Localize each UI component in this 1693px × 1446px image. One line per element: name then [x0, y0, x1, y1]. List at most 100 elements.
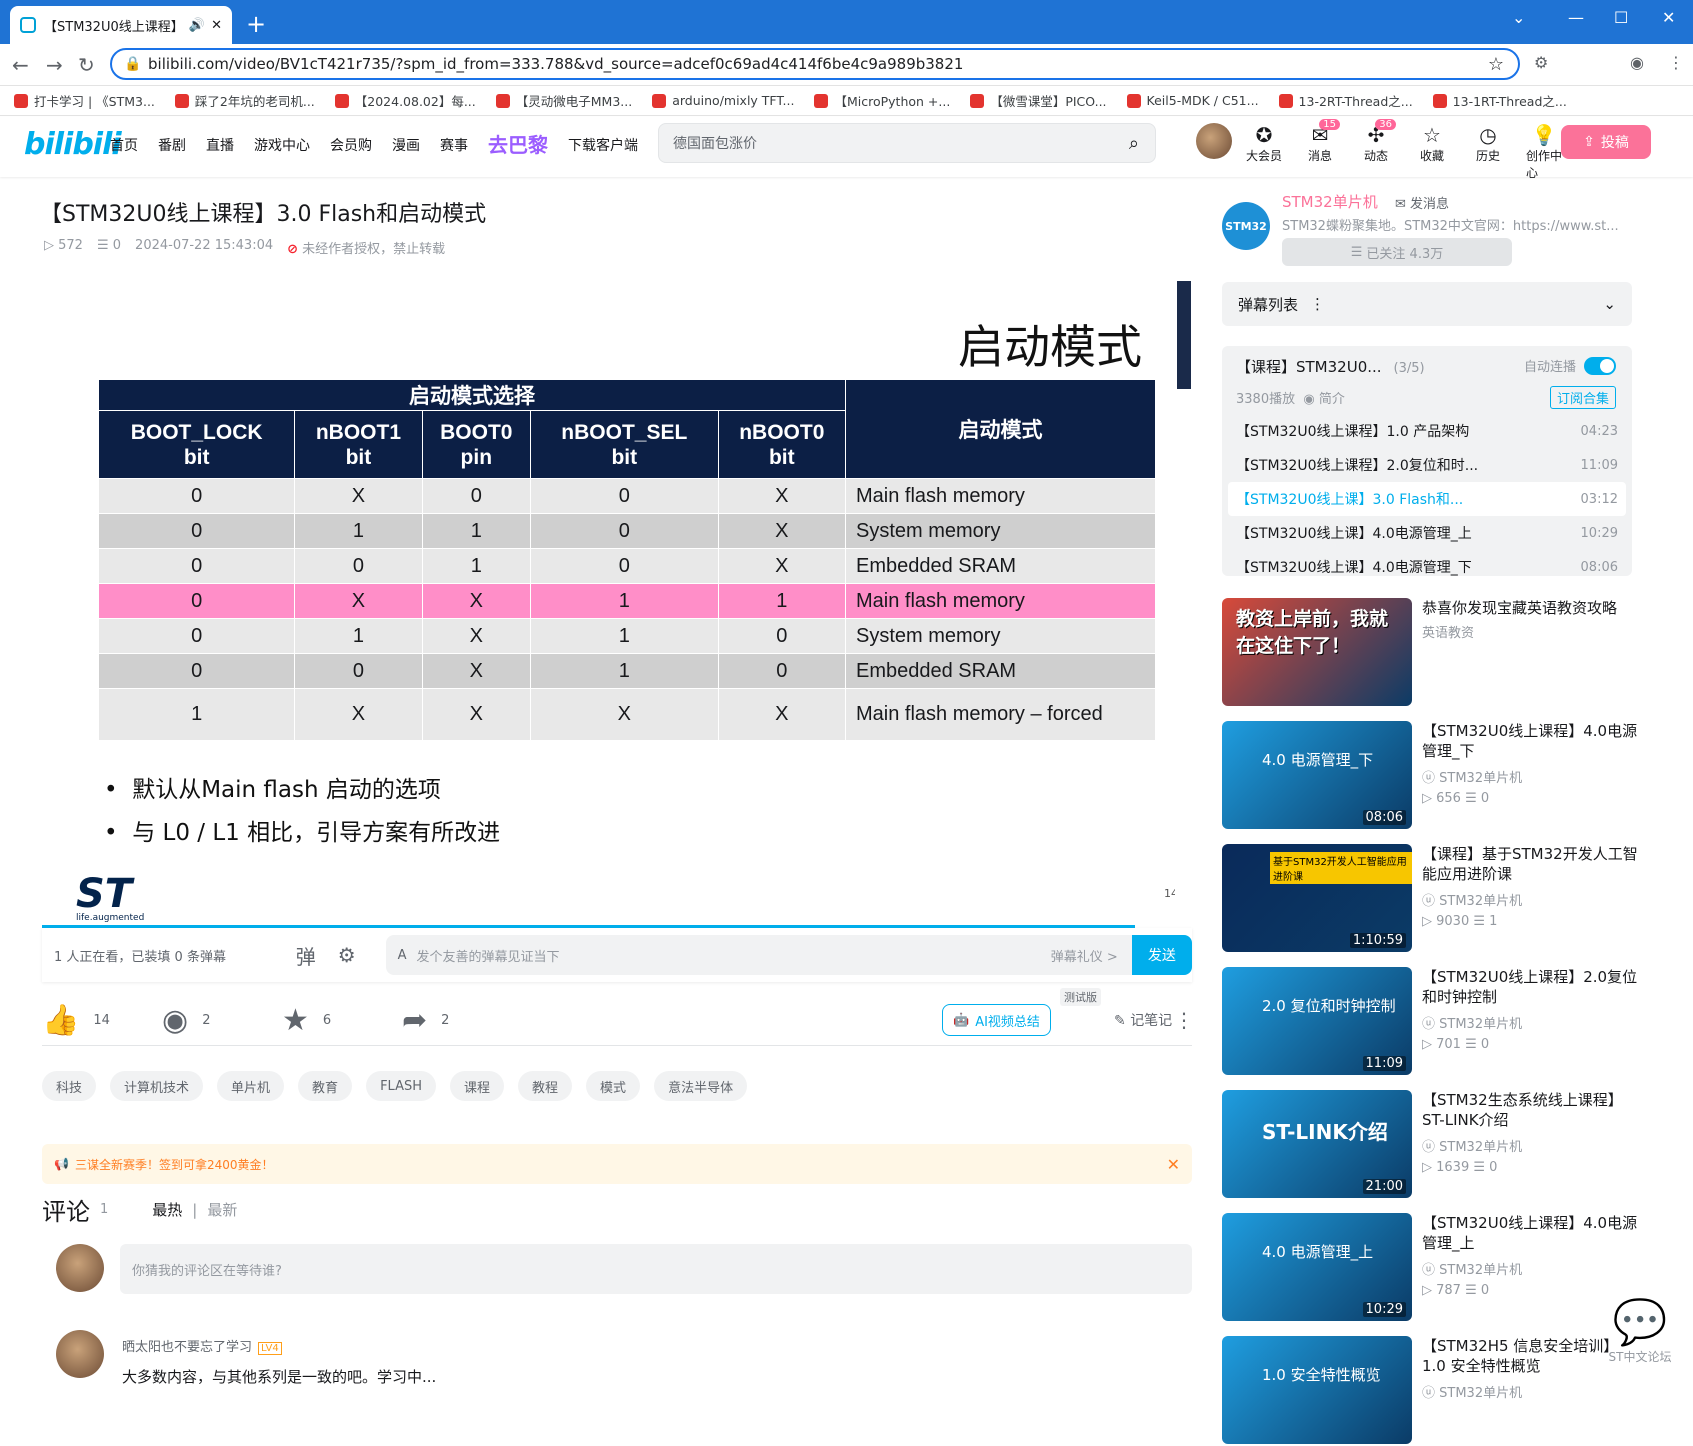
bookmark-item[interactable]: 【微雪课堂】PICO...	[970, 91, 1107, 110]
uploader-avatar[interactable]: STM32	[1222, 202, 1270, 250]
tag-chip[interactable]: 科技	[42, 1071, 97, 1101]
bookmark-item[interactable]: 【MicroPython +...	[814, 91, 950, 110]
recommended-video[interactable]: ST-LINK介绍 21:00 【STM32生态系统线上课程】ST-LINK介绍 ⓤ …	[1222, 1090, 1642, 1200]
recommended-video-up[interactable]: ⓤ STM32单片机	[1422, 1013, 1522, 1032]
tag-chip[interactable]: FLASH	[366, 1071, 437, 1101]
lock-icon[interactable]: 🔒	[124, 56, 141, 72]
profile-icon[interactable]: ◉	[1630, 53, 1644, 72]
bilibili-logo[interactable]: bilibili	[24, 127, 122, 162]
autoplay-toggle[interactable]: 自动连播	[1524, 356, 1616, 375]
tag-chip[interactable]: 计算机技术	[110, 1071, 204, 1101]
search-icon[interactable]: ⌕	[1129, 133, 1139, 154]
video-thumbnail[interactable]: 教资上岸前，我就在这住下了！	[1222, 598, 1412, 706]
extensions-icon[interactable]: ⚙	[1534, 53, 1548, 72]
bookmark-item[interactable]: 【灵动微电子MM3...	[495, 91, 632, 110]
forward-icon[interactable]: →	[46, 53, 63, 77]
recommended-video-title[interactable]: 【STM32U0线上课程】4.0电源管理_上	[1422, 1213, 1638, 1253]
bookmark-star-icon[interactable]: ☆	[1488, 54, 1504, 75]
follow-button[interactable]: ☰ 已关注 4.3万	[1282, 238, 1512, 266]
recommended-video[interactable]: 4.0 电源管理_下 08:06 【STM32U0线上课程】4.0电源管理_下 ⓤ S…	[1222, 721, 1642, 831]
commenter-name[interactable]: 晒太阳也不要忘了学习 LV4	[122, 1336, 282, 1355]
reload-icon[interactable]: ↻	[78, 53, 95, 77]
tag-chip[interactable]: 意法半导体	[654, 1071, 748, 1101]
search-input[interactable]: 德国面包涨价 ⌕	[658, 123, 1156, 163]
toggle-switch[interactable]	[1584, 356, 1616, 375]
recommended-video[interactable]: 4.0 电源管理_上 10:29 【STM32U0线上课程】4.0电源管理_上 ⓤ S…	[1222, 1213, 1642, 1323]
address-bar[interactable]: 🔒 bilibili.com/video/BV1cT421r735/?spm_i…	[110, 48, 1520, 80]
send-message-link[interactable]: ✉ 发消息	[1395, 193, 1449, 212]
recommended-video-up[interactable]: ⓤ STM32单片机	[1422, 767, 1522, 786]
recommended-video-title[interactable]: 恭喜你发现宝藏英语教资攻略	[1422, 598, 1638, 618]
video-thumbnail[interactable]: 1.0 安全特性概览	[1222, 1336, 1412, 1444]
nav-manga[interactable]: 漫画	[392, 135, 420, 158]
video-thumbnail[interactable]: 基于STM32开发人工智能应用进阶课 1:10:59	[1222, 844, 1412, 952]
bookmark-item[interactable]: arduino/mixly TFT...	[652, 93, 794, 108]
recommended-video-title[interactable]: 【STM32生态系统线上课程】ST-LINK介绍	[1422, 1090, 1638, 1130]
upload-button[interactable]: ⇪ 投稿	[1561, 125, 1651, 159]
bookmark-item[interactable]: 【2024.08.02】每...	[334, 91, 476, 110]
text-style-icon[interactable]: A	[398, 948, 407, 963]
danmaku-settings-icon[interactable]: ⚙	[338, 943, 356, 967]
nav-anime[interactable]: 番剧	[158, 135, 186, 158]
maximize-button[interactable]: ☐	[1614, 8, 1628, 27]
sort-new[interactable]: 最新	[207, 1199, 237, 1220]
coin-button[interactable]: ◉ 2	[162, 1003, 282, 1038]
tab-search-icon[interactable]: ⌄	[1512, 8, 1525, 27]
header-icon-0[interactable]: ✪ 大会员	[1246, 123, 1282, 181]
promo-notice[interactable]: 📢 三谋全新赛季！签到可拿2400黄金！ ✕	[42, 1144, 1192, 1184]
playlist-item[interactable]: 【STM32U0线上课】4.0电源管理_下 08:06	[1228, 550, 1626, 577]
new-tab-button[interactable]: +	[246, 10, 266, 38]
playlist-item[interactable]: 【STM32U0线上课】4.0电源管理_上 10:29	[1228, 516, 1626, 550]
danmaku-toggle-icon[interactable]: 弹	[296, 941, 316, 970]
more-icon[interactable]: ⋮	[1174, 1008, 1194, 1032]
playlist-item[interactable]: 【STM32U0线上课程】1.0 产品架构 04:23	[1228, 414, 1626, 448]
recommended-video[interactable]: 2.0 复位和时钟控制 11:09 【STM32U0线上课程】2.0复位和时钟控制 ⓤ…	[1222, 967, 1642, 1077]
nav-game[interactable]: 游戏中心	[254, 135, 310, 158]
recommended-video-up[interactable]: ⓤ STM32单片机	[1422, 1259, 1522, 1278]
commenter-avatar[interactable]	[56, 1330, 104, 1378]
minimize-button[interactable]: —	[1568, 8, 1584, 27]
tag-chip[interactable]: 单片机	[217, 1071, 285, 1101]
nav-mall[interactable]: 会员购	[330, 135, 372, 158]
playlist-item[interactable]: 【STM32U0线上课程】2.0复位和时... 11:09	[1228, 448, 1626, 482]
recommended-video-title[interactable]: 【STM32U0线上课程】2.0复位和时钟控制	[1422, 967, 1638, 1007]
close-tab-icon[interactable]: ✕	[211, 18, 222, 33]
send-danmaku-button[interactable]: 发送	[1131, 935, 1192, 975]
recommended-video-up[interactable]: ⓤ STM32单片机	[1422, 890, 1522, 909]
share-button[interactable]: ➦ 2	[402, 1003, 522, 1038]
header-icon-1[interactable]: ✉ 消息 15	[1302, 119, 1340, 181]
header-icon-3[interactable]: ☆ 收藏	[1414, 123, 1450, 181]
nav-live[interactable]: 直播	[206, 135, 234, 158]
forum-float-button[interactable]: 💬 ST中文论坛	[1600, 1296, 1680, 1396]
nav-match[interactable]: 赛事	[440, 135, 468, 158]
recommended-video-up[interactable]: 英语教资	[1422, 622, 1474, 641]
danmaku-list-panel[interactable]: 弹幕列表 ⋮ ⌄	[1222, 282, 1632, 326]
ai-summary-button[interactable]: 🤖 AI视频总结	[942, 1004, 1051, 1036]
video-thumbnail[interactable]: 4.0 电源管理_下 08:06	[1222, 721, 1412, 829]
danmaku-etiquette-link[interactable]: 弹幕礼仪 >	[1051, 946, 1118, 965]
recommended-video[interactable]: 基于STM32开发人工智能应用进阶课 1:10:59 【课程】基于STM32开发人工…	[1222, 844, 1642, 954]
recommended-video-title[interactable]: 【课程】基于STM32开发人工智能应用进阶课	[1422, 844, 1638, 884]
video-player[interactable]: 启动模式 启动模式选择 启动模式 BOOT_LOCK bit nBOOT1 bit BO…	[42, 281, 1192, 928]
video-thumbnail[interactable]: 4.0 电源管理_上 10:29	[1222, 1213, 1412, 1321]
danmaku-list-more-icon[interactable]: ⋮	[1310, 295, 1325, 313]
nav-paris[interactable]: 去巴黎	[488, 129, 548, 158]
like-button[interactable]: 👍 14	[42, 1003, 162, 1038]
user-avatar[interactable]	[1196, 123, 1232, 159]
notes-button[interactable]: ✎ 记笔记	[1114, 1010, 1172, 1030]
bookmark-item[interactable]: 13-1RT-Thread之...	[1432, 91, 1567, 110]
close-notice-icon[interactable]: ✕	[1167, 1155, 1180, 1174]
tag-chip[interactable]: 模式	[586, 1071, 641, 1101]
recommended-video[interactable]: 1.0 安全特性概览 【STM32H5 信息安全培训】1.0 安全特性概览 ⓤ ST…	[1222, 1336, 1642, 1446]
recommended-video-title[interactable]: 【STM32U0线上课程】4.0电源管理_下	[1422, 721, 1638, 761]
nav-download[interactable]: 下载客户端	[568, 135, 638, 158]
playlist-intro[interactable]: 简介	[1319, 392, 1345, 407]
header-icon-5[interactable]: 💡 创作中心	[1526, 123, 1562, 181]
tag-chip[interactable]: 教育	[298, 1071, 353, 1101]
playlist-title[interactable]: 【课程】STM32U0... (3/5)	[1236, 356, 1425, 377]
bookmark-item[interactable]: Keil5-MDK / C51...	[1126, 93, 1259, 108]
bookmark-item[interactable]: 踩了2年坑的老司机...	[174, 91, 315, 110]
menu-icon[interactable]: ⋮	[1668, 53, 1684, 72]
playlist-item[interactable]: 【STM32U0线上课】3.0 Flash和... 03:12	[1228, 482, 1626, 516]
uploader-name[interactable]: STM32单片机	[1282, 191, 1378, 212]
